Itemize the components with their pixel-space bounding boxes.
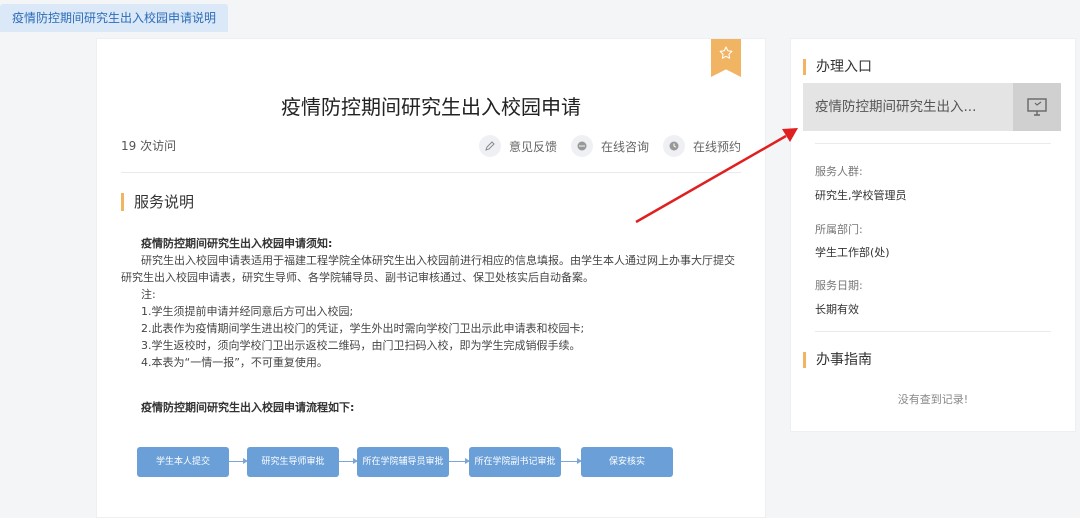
divider bbox=[815, 331, 1051, 332]
appointment-button[interactable]: 在线预约 bbox=[662, 135, 741, 157]
flow-arrow bbox=[449, 458, 470, 464]
flow-step: 所在学院副书记审批 bbox=[469, 447, 561, 477]
action-bar: 意见反馈 在线咨询 在线预约 bbox=[478, 135, 741, 157]
monitor-icon bbox=[1027, 98, 1047, 116]
flow-arrow bbox=[339, 458, 358, 464]
note-item: 2.此表作为疫情期间学生进出校门的凭证，学生外出时需向学校门卫出示此申请表和校园… bbox=[141, 322, 585, 335]
note-item: 1.学生须提前申请并经同意后方可出入校园; bbox=[141, 305, 354, 318]
clock-icon bbox=[662, 135, 685, 157]
guide-section-title: 办事指南 bbox=[803, 352, 872, 368]
entry-link[interactable]: 疫情防控期间研究生出入... bbox=[803, 83, 1061, 131]
flow-arrow bbox=[561, 458, 582, 464]
page-title: 疫情防控期间研究生出入校园申请 bbox=[281, 95, 581, 119]
service-group-value: 研究生,学校管理员 bbox=[815, 189, 907, 202]
divider bbox=[815, 143, 1051, 144]
notice-heading: 疫情防控期间研究生出入校园申请须知: bbox=[141, 237, 333, 250]
feedback-button[interactable]: 意见反馈 bbox=[478, 135, 557, 157]
entry-section-title: 办理入口 bbox=[803, 59, 872, 75]
note-label: 注: bbox=[141, 288, 156, 301]
favorite-bookmark[interactable] bbox=[711, 39, 741, 77]
divider bbox=[121, 172, 741, 173]
flow-heading: 疫情防控期间研究生出入校园申请流程如下: bbox=[141, 401, 355, 414]
entry-link-text: 疫情防控期间研究生出入... bbox=[815, 99, 977, 115]
service-date-value: 长期有效 bbox=[815, 303, 859, 316]
note-item: 4.本表为“一情一报”，不可重复使用。 bbox=[141, 356, 328, 369]
consult-label: 在线咨询 bbox=[600, 139, 649, 154]
section-title: 服务说明 bbox=[121, 193, 194, 211]
department-label: 所属部门: bbox=[815, 223, 863, 236]
flow-step: 保安核实 bbox=[581, 447, 673, 477]
pencil-icon bbox=[478, 135, 501, 157]
service-date-label: 服务日期: bbox=[815, 279, 863, 292]
service-detail-card: 疫情防控期间研究生出入校园申请 19 次访问 意见反馈 在线咨询 在线预约 服务… bbox=[96, 38, 766, 518]
appointment-label: 在线预约 bbox=[692, 139, 741, 154]
flow-step: 研究生导师审批 bbox=[247, 447, 339, 477]
visit-count: 19 次访问 bbox=[121, 139, 177, 153]
open-online-button[interactable] bbox=[1013, 83, 1061, 131]
flow-step: 所在学院辅导员审批 bbox=[357, 447, 449, 477]
notice-paragraph-text: 研究生出入校园申请表适用于福建工程学院全体研究生出入校园前进行相应的信息填报。由… bbox=[121, 254, 735, 284]
flow-step: 学生本人提交 bbox=[137, 447, 229, 477]
star-icon bbox=[719, 46, 733, 59]
empty-state-text: 没有查到记录! bbox=[897, 393, 969, 406]
service-group-label: 服务人群: bbox=[815, 165, 863, 178]
tab-service-description[interactable]: 疫情防控期间研究生出入校园申请说明 bbox=[0, 4, 229, 32]
flow-arrow bbox=[229, 458, 248, 464]
service-description: 疫情防控期间研究生出入校园申请须知: 研究生出入校园申请表适用于福建工程学院全体… bbox=[121, 235, 741, 371]
notice-paragraph: 研究生出入校园申请表适用于福建工程学院全体研究生出入校园前进行相应的信息填报。由… bbox=[121, 252, 741, 286]
chat-icon bbox=[570, 135, 593, 157]
note-item: 3.学生返校时，须向学校门卫出示返校二维码，由门卫扫码入校，即为学生完成销假手续… bbox=[141, 339, 581, 352]
department-value: 学生工作部(处) bbox=[815, 246, 890, 259]
consult-button[interactable]: 在线咨询 bbox=[570, 135, 649, 157]
sidebar-card: 办理入口 疫情防控期间研究生出入... 服务人群: 研究生,学校管理员 所属部门… bbox=[790, 38, 1076, 432]
feedback-label: 意见反馈 bbox=[508, 139, 557, 154]
